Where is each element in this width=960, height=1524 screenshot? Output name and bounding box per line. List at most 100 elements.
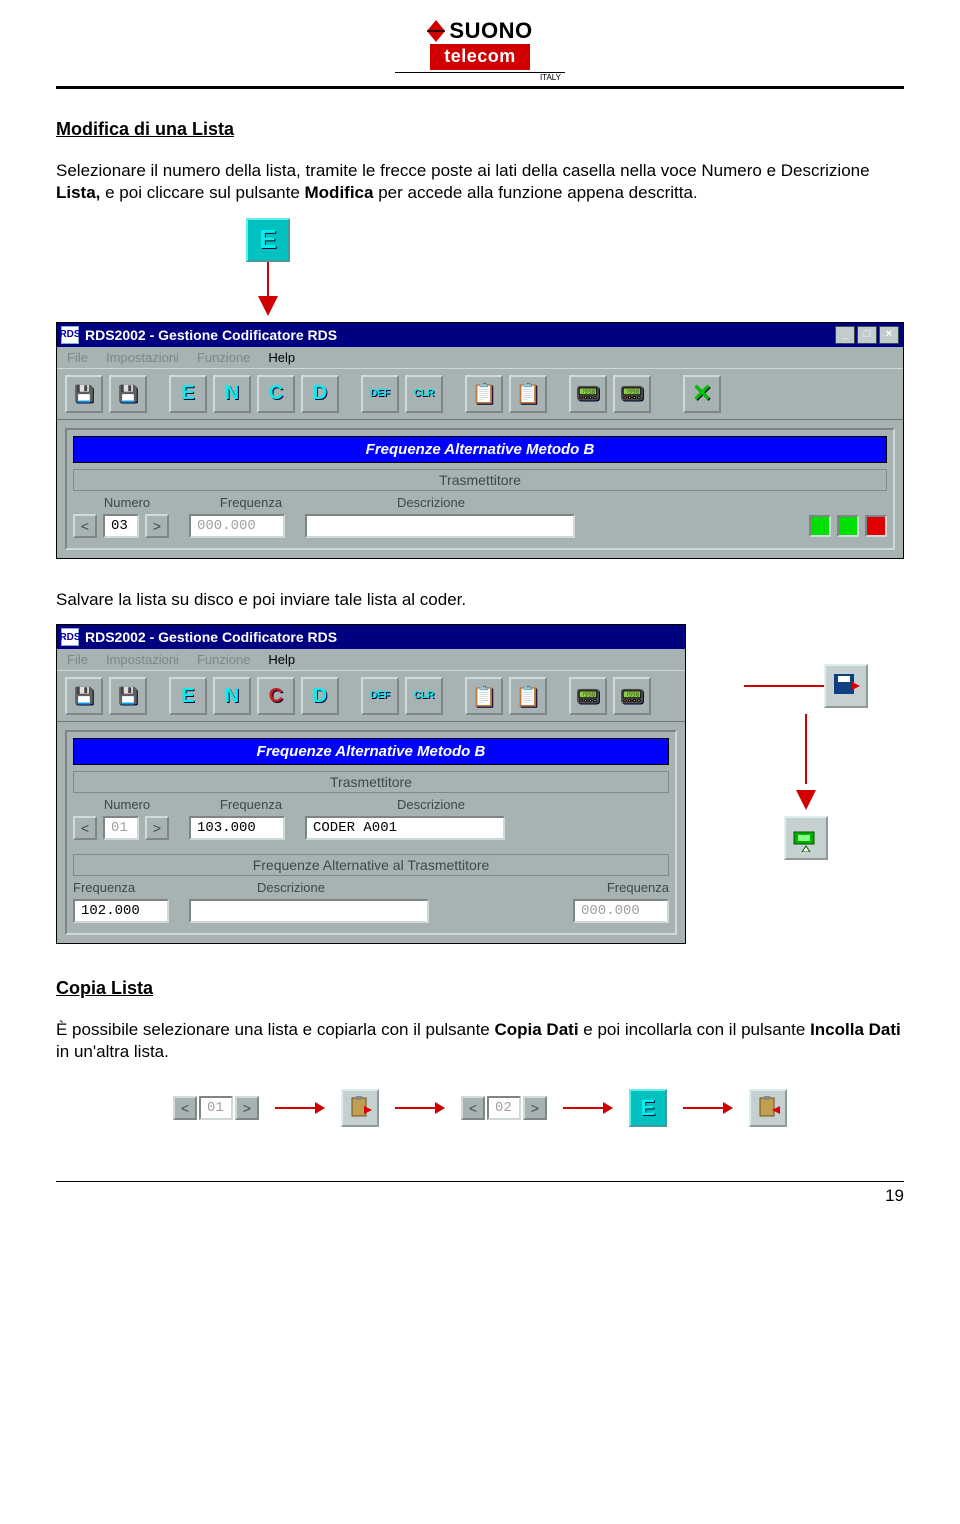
led-green-icon <box>809 515 831 537</box>
toolbar-c-button[interactable]: C <box>257 677 295 715</box>
spin-prev-button[interactable]: < <box>173 1096 197 1120</box>
label-descrizione: Descrizione <box>321 797 541 812</box>
arrow-right-icon <box>563 1101 613 1115</box>
toolbar-e-button[interactable]: E <box>169 677 207 715</box>
numero-prev-button[interactable]: < <box>73 514 97 538</box>
spin-next-button[interactable]: > <box>235 1096 259 1120</box>
toolbar-d-button[interactable]: D <box>301 375 339 413</box>
menu-impostazioni[interactable]: Impostazioni <box>106 652 179 667</box>
section-title-copia: Copia Lista <box>56 978 904 999</box>
logo-text-2: telecom <box>430 44 530 70</box>
menu-file[interactable]: File <box>67 652 88 667</box>
toolbar-clr-button[interactable]: CLR <box>405 677 443 715</box>
descrizione-field[interactable] <box>305 514 575 538</box>
led-red-icon <box>865 515 887 537</box>
logo-subtext: ITALY <box>395 72 565 82</box>
close-button[interactable]: × <box>879 326 899 344</box>
frequenza-a-field[interactable]: 102.000 <box>73 899 169 923</box>
numero-field[interactable]: 01 <box>103 816 139 840</box>
toolbar-c-button[interactable]: C <box>257 375 295 413</box>
window-1: RDS RDS2002 - Gestione Codificatore RDS … <box>56 322 904 559</box>
menu-help[interactable]: Help <box>268 652 295 667</box>
toolbar-paste-icon[interactable]: 📋 <box>509 677 547 715</box>
clipboard-paste-icon <box>756 1096 780 1120</box>
toolbar-n-button[interactable]: N <box>213 375 251 413</box>
frequenza-field[interactable]: 000.000 <box>189 514 285 538</box>
descrizione-a-field[interactable] <box>189 899 429 923</box>
arrow-line-icon <box>744 685 824 687</box>
numero-field[interactable]: 03 <box>103 514 139 538</box>
toolbar-clr-button[interactable]: CLR <box>405 375 443 413</box>
window-title: RDS2002 - Gestione Codificatore RDS <box>85 327 337 343</box>
logo-text-1: SUONO <box>449 18 532 44</box>
toolbar-copy-icon[interactable]: 📋 <box>465 677 503 715</box>
descrizione-field[interactable]: CODER A001 <box>305 816 505 840</box>
panel-frequenze: Frequenze Alternative Metodo B Trasmetti… <box>65 730 677 935</box>
frequenza-field[interactable]: 103.000 <box>189 816 285 840</box>
arrow-down-icon <box>258 296 278 316</box>
e-button[interactable]: E <box>629 1089 667 1127</box>
panel-subtitle-2: Frequenze Alternative al Trasmettitore <box>73 854 669 876</box>
menu-help[interactable]: Help <box>268 350 295 365</box>
toolbar-save2-icon[interactable]: 💾 <box>109 375 147 413</box>
arrow-right-icon <box>683 1101 733 1115</box>
label-descrizione: Descrizione <box>321 495 541 510</box>
maximize-button[interactable]: □ <box>857 326 877 344</box>
panel-title: Frequenze Alternative Metodo B <box>73 738 669 765</box>
spin-prev-button[interactable]: < <box>461 1096 485 1120</box>
toolbar-d-button[interactable]: D <box>301 677 339 715</box>
toolbar-send-icon[interactable]: 📟 <box>569 677 607 715</box>
paragraph-1: Selezionare il numero della lista, trami… <box>56 160 904 204</box>
toolbar-paste-icon[interactable]: 📋 <box>509 375 547 413</box>
paste-icon-button[interactable] <box>749 1089 787 1127</box>
spin-field-2[interactable]: 02 <box>487 1096 521 1120</box>
page-number: 19 <box>885 1186 904 1206</box>
menu-bar: File Impostazioni Funzione Help <box>57 649 685 670</box>
toolbar-save-to-disk-icon[interactable]: 💾 <box>109 677 147 715</box>
device-send-icon <box>792 824 820 852</box>
app-icon: RDS <box>61 628 79 646</box>
toolbar-save-icon[interactable]: 💾 <box>65 677 103 715</box>
toolbar-send-icon[interactable]: 📟 <box>569 375 607 413</box>
toolbar-e-button[interactable]: E <box>169 375 207 413</box>
bottom-icon-row: < 01 > < 02 > E <box>56 1089 904 1127</box>
section-title-modifica: Modifica di una Lista <box>56 119 904 140</box>
window-title: RDS2002 - Gestione Codificatore RDS <box>85 629 337 645</box>
callout-button-e: E <box>246 218 290 262</box>
toolbar: 💾 💾 E N C D DEF CLR 📋 📋 📟 📟 ✕ <box>57 368 903 420</box>
arrow-line-icon <box>805 714 807 784</box>
titlebar: RDS RDS2002 - Gestione Codificatore RDS … <box>57 323 903 347</box>
paragraph-mid: Salvare la lista su disco e poi inviare … <box>56 589 904 611</box>
toolbar-recv-icon[interactable]: 📟 <box>613 677 651 715</box>
toolbar-save-icon[interactable]: 💾 <box>65 375 103 413</box>
floppy-arrow-icon <box>832 672 860 700</box>
toolbar-recv-icon[interactable]: 📟 <box>613 375 651 413</box>
label-numero: Numero <box>73 495 181 510</box>
toolbar-def-button[interactable]: DEF <box>361 677 399 715</box>
numero-next-button[interactable]: > <box>145 514 169 538</box>
minimize-button[interactable]: _ <box>835 326 855 344</box>
menu-impostazioni[interactable]: Impostazioni <box>106 350 179 365</box>
callout-save-disk <box>824 664 868 708</box>
label-frequenza-b: Frequenza <box>569 880 669 895</box>
led-green-icon <box>837 515 859 537</box>
copy-icon-button[interactable] <box>341 1089 379 1127</box>
menu-funzione[interactable]: Funzione <box>197 652 250 667</box>
label-frequenza-a: Frequenza <box>73 880 181 895</box>
toolbar-def-button[interactable]: DEF <box>361 375 399 413</box>
toolbar-confirm-icon[interactable]: ✕ <box>683 375 721 413</box>
menu-funzione[interactable]: Funzione <box>197 350 250 365</box>
toolbar-copy-icon[interactable]: 📋 <box>465 375 503 413</box>
clipboard-copy-icon <box>348 1096 372 1120</box>
toolbar-n-button[interactable]: N <box>213 677 251 715</box>
app-icon: RDS <box>61 326 79 344</box>
numero-next-button[interactable]: > <box>145 816 169 840</box>
paragraph-copia: È possibile selezionare una lista e copi… <box>56 1019 904 1063</box>
spin-field-1[interactable]: 01 <box>199 1096 233 1120</box>
arrow-right-icon <box>275 1101 325 1115</box>
spin-next-button[interactable]: > <box>523 1096 547 1120</box>
menu-file[interactable]: File <box>67 350 88 365</box>
numero-prev-button[interactable]: < <box>73 816 97 840</box>
frequenza-b-field[interactable]: 000.000 <box>573 899 669 923</box>
callout-send-coder <box>784 816 828 860</box>
